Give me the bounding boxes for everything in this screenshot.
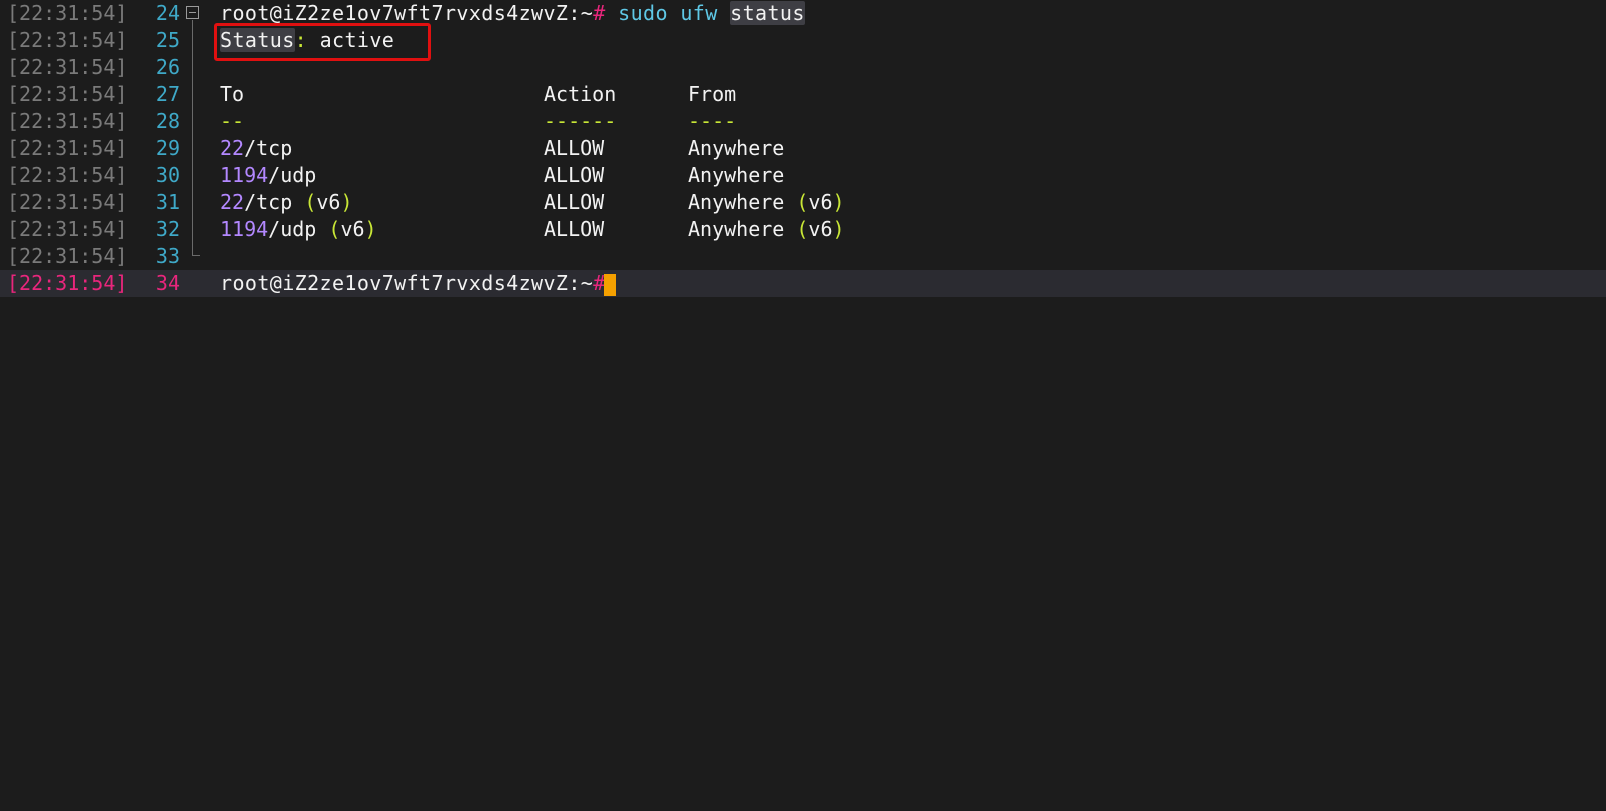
rule-proto: /udp — [268, 163, 317, 187]
rule-from: Anywhere — [688, 163, 785, 187]
line-number: 32 — [155, 217, 180, 241]
rule-action: ALLOW — [544, 217, 605, 241]
rule-from-wrap: Anywhere (v6) — [688, 189, 845, 216]
rule-port: 1194 — [220, 163, 269, 187]
paren-close: ) — [832, 190, 845, 214]
line-number: 24 — [155, 1, 180, 25]
terminal-line-30[interactable]: [22:31:54] 30 1194/udp ALLOW Anywhere — [0, 162, 1606, 189]
paren-open: ( — [796, 190, 809, 214]
terminal-line-31[interactable]: [22:31:54] 31 22/tcp (v6) ALLOW Anywhere… — [0, 189, 1606, 216]
timestamp: [22:31:54] — [7, 109, 128, 133]
command-ufw: ufw — [680, 1, 718, 25]
rule-from: Anywhere — [688, 136, 785, 160]
terminal-window[interactable]: [22:31:54] 24 root@iZ2ze1ov7wft7rvxds4zw… — [0, 0, 1606, 811]
shell-prompt: root@iZ2ze1ov7wft7rvxds4zwvZ:~ — [220, 1, 594, 25]
rule-to: 1194/udp — [220, 162, 316, 189]
rule-to: 22/tcp — [220, 135, 292, 162]
rule-action: ALLOW — [544, 190, 605, 214]
line-number: 33 — [155, 244, 180, 268]
rule-v6: v6 — [340, 217, 365, 241]
line-number: 29 — [155, 136, 180, 160]
rule-v6: v6 — [316, 190, 341, 214]
prompt-line: root@iZ2ze1ov7wft7rvxds4zwvZ:~# — [220, 270, 606, 297]
separator-action: ------ — [544, 109, 617, 133]
timestamp: [22:31:54] — [7, 1, 128, 25]
timestamp: [22:31:54] — [7, 244, 128, 268]
status-highlight-box — [214, 23, 431, 61]
timestamp: [22:31:54] — [7, 271, 128, 295]
paren-close: ) — [364, 217, 377, 241]
rule-proto: /tcp — [244, 190, 305, 214]
paren-open: ( — [328, 217, 341, 241]
timestamp: [22:31:54] — [7, 163, 128, 187]
paren-close: ) — [832, 217, 845, 241]
rule-to: 22/tcp (v6) — [220, 189, 353, 216]
header-action: Action — [544, 82, 617, 106]
terminal-line-32[interactable]: [22:31:54] 32 1194/udp (v6) ALLOW Anywhe… — [0, 216, 1606, 243]
paren-close: ) — [340, 190, 353, 214]
paren-open: ( — [304, 190, 317, 214]
line-number: 31 — [155, 190, 180, 214]
rule-proto: /udp — [268, 217, 329, 241]
timestamp: [22:31:54] — [7, 190, 128, 214]
line-number: 26 — [155, 55, 180, 79]
command-status: status — [730, 1, 805, 25]
line-number: 30 — [155, 163, 180, 187]
line-number: 34 — [155, 271, 180, 295]
rule-to: 1194/udp (v6) — [220, 216, 377, 243]
separator-from: ---- — [688, 109, 737, 133]
timestamp: [22:31:54] — [7, 28, 128, 52]
terminal-line-29[interactable]: [22:31:54] 29 22/tcp ALLOW Anywhere — [0, 135, 1606, 162]
rule-proto: /tcp — [244, 136, 293, 160]
timestamp: [22:31:54] — [7, 55, 128, 79]
paren-open: ( — [796, 217, 809, 241]
rule-from-wrap: Anywhere (v6) — [688, 216, 845, 243]
line-number: 28 — [155, 109, 180, 133]
terminal-line-34-current[interactable]: [22:31:54] 34 root@iZ2ze1ov7wft7rvxds4zw… — [0, 270, 1606, 297]
line-number: 25 — [155, 28, 180, 52]
shell-prompt: root@iZ2ze1ov7wft7rvxds4zwvZ:~ — [220, 271, 594, 295]
line-number: 27 — [155, 82, 180, 106]
header-to: To — [220, 82, 245, 106]
header-from: From — [688, 82, 737, 106]
rule-port: 22 — [220, 190, 245, 214]
rule-port: 1194 — [220, 217, 269, 241]
rule-action: ALLOW — [544, 163, 605, 187]
terminal-line-27[interactable]: [22:31:54] 27 To Action From — [0, 81, 1606, 108]
terminal-line-28[interactable]: [22:31:54] 28 -- ------ ---- — [0, 108, 1606, 135]
timestamp: [22:31:54] — [7, 136, 128, 160]
command-sudo: sudo — [618, 1, 668, 25]
separator-to: -- — [220, 109, 245, 133]
rule-from-v6: v6 — [808, 190, 833, 214]
rule-from-v6: v6 — [808, 217, 833, 241]
rule-action: ALLOW — [544, 136, 605, 160]
timestamp: [22:31:54] — [7, 217, 128, 241]
rule-from: Anywhere — [688, 190, 797, 214]
timestamp: [22:31:54] — [7, 82, 128, 106]
prompt-hash: # — [593, 1, 606, 25]
text-cursor[interactable] — [604, 274, 616, 296]
rule-port: 22 — [220, 136, 245, 160]
rule-from: Anywhere — [688, 217, 797, 241]
terminal-line-33[interactable]: [22:31:54] 33 — [0, 243, 1606, 270]
